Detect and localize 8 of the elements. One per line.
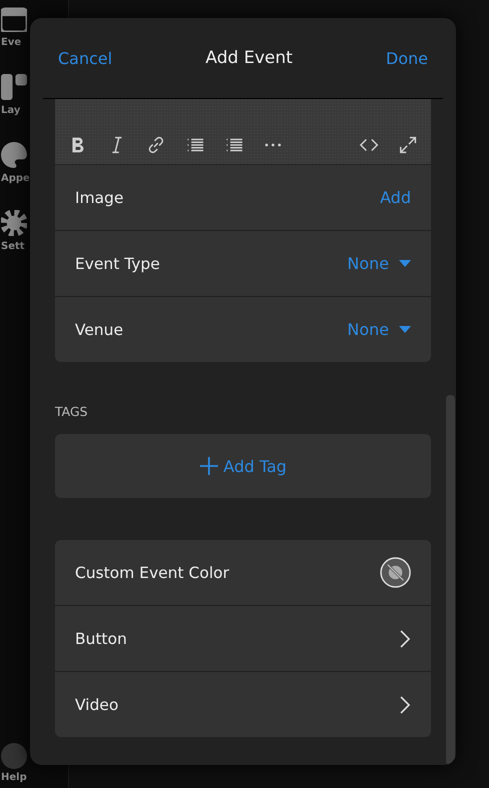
section-heading: TAGS (55, 404, 89, 419)
row-label: Custom Event Color (75, 564, 230, 582)
row-label: Video (75, 696, 118, 714)
row-label: Button (75, 630, 127, 648)
row-label: Venue (75, 320, 124, 338)
row-label: Image (75, 188, 124, 206)
row-label: Event Type (75, 254, 160, 272)
dialog-title: Add Event (206, 48, 293, 68)
